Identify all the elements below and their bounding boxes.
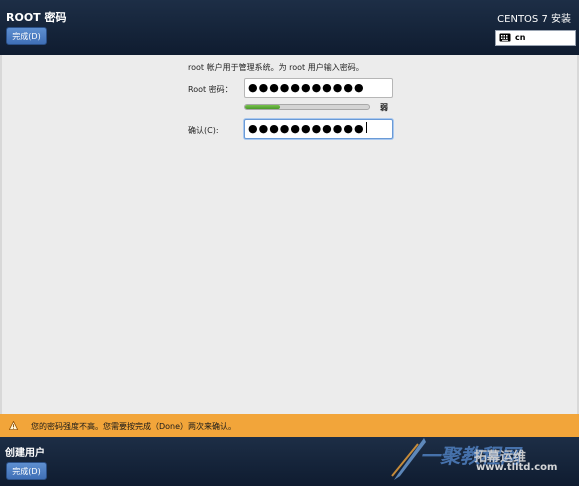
root-description: root 帐户用于管理系统。为 root 用户输入密码。 [188, 63, 364, 72]
warning-icon [9, 421, 18, 430]
password-strength-label: 弱 [380, 103, 388, 112]
keyboard-icon [499, 33, 511, 42]
keyboard-layout-indicator[interactable]: cn [495, 30, 576, 46]
confirm-password-value: ●●●●●●●●●●● [248, 122, 365, 135]
warning-message: 您的密码强度不高。您需要按完成（Done）两次来确认。 [31, 422, 237, 431]
password-strength-bar [244, 104, 370, 110]
warning-bar: 您的密码强度不高。您需要按完成（Done）两次来确认。 [0, 414, 579, 437]
create-user-done-button[interactable]: 完成(D) [6, 462, 47, 480]
top-bar: ROOT 密码 完成(D) CENTOS 7 安装 cn [0, 0, 579, 55]
confirm-password-input[interactable]: ●●●●●●●●●●● [244, 119, 393, 139]
password-strength-fill [245, 105, 280, 109]
watermark-url: www.tlltd.com [476, 462, 558, 473]
done-button[interactable]: 完成(D) [6, 27, 47, 45]
root-password-input[interactable]: ●●●●●●●●●●● [244, 78, 393, 98]
root-password-value: ●●●●●●●●●●● [248, 81, 365, 94]
confirm-password-label: 确认(C): [188, 126, 219, 135]
keyboard-layout-label: cn [515, 33, 526, 42]
product-title: CENTOS 7 安装 [497, 14, 571, 25]
create-user-title: 创建用户 [5, 448, 45, 459]
text-cursor [365, 122, 367, 133]
root-password-label: Root 密码： [188, 85, 233, 94]
page-title: ROOT 密码 [6, 11, 67, 24]
